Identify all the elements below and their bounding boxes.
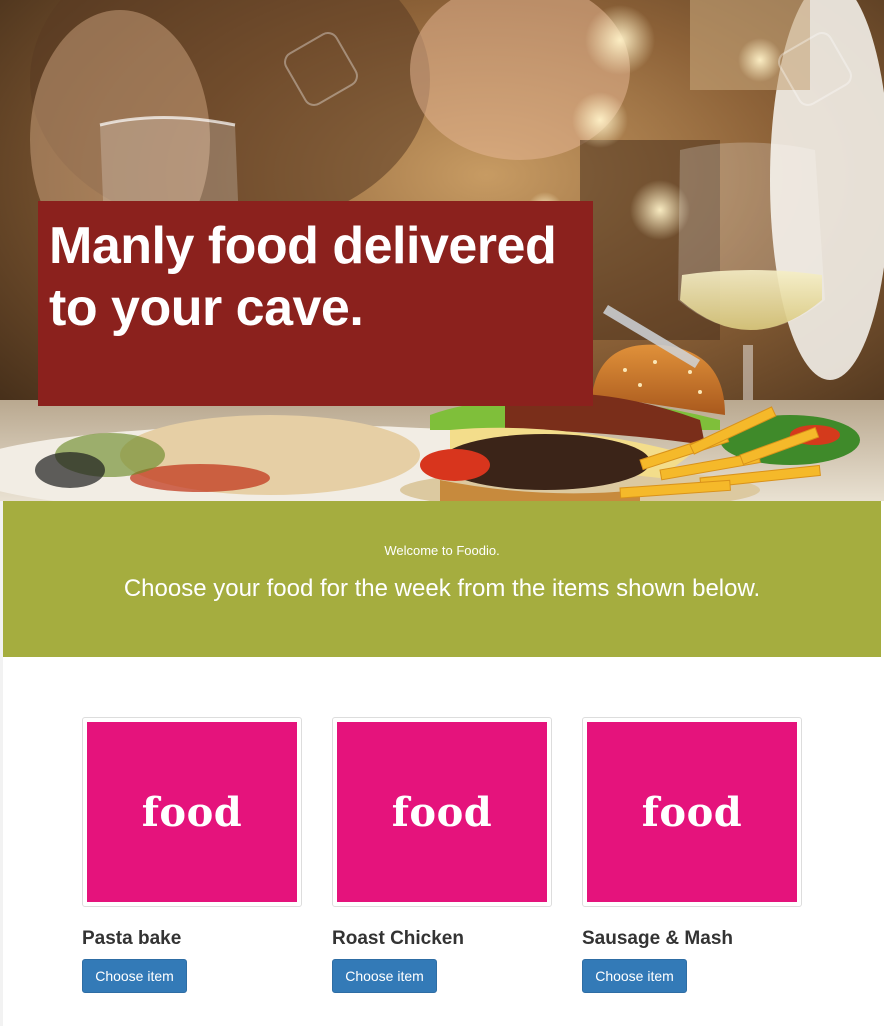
food-image-placeholder: food — [337, 722, 547, 902]
food-image-placeholder: food — [587, 722, 797, 902]
choose-item-button[interactable]: Choose item — [82, 959, 187, 993]
food-card-sausage-mash: food Sausage & Mash Choose item — [582, 717, 802, 993]
food-item-name: Roast Chicken — [332, 928, 464, 949]
welcome-text: Welcome to Foodio. — [384, 543, 500, 558]
food-card-roast-chicken: food Roast Chicken Choose item — [332, 717, 552, 993]
food-thumbnail: food — [82, 717, 302, 907]
page-edge — [0, 501, 3, 1026]
welcome-instructions: Choose your food for the week from the i… — [123, 575, 761, 602]
choose-item-button[interactable]: Choose item — [332, 959, 437, 993]
welcome-section: Welcome to Foodio. Choose your food for … — [3, 501, 881, 657]
hero-banner: Manly food delivered to your cave. — [0, 0, 884, 501]
food-thumbnail: food — [332, 717, 552, 907]
food-item-name: Sausage & Mash — [582, 928, 733, 949]
food-item-name: Pasta bake — [82, 928, 182, 949]
food-card-pasta-bake: food Pasta bake Choose item — [82, 717, 302, 993]
choose-item-button[interactable]: Choose item — [582, 959, 687, 993]
food-image-placeholder: food — [87, 722, 297, 902]
hero-title-box: Manly food delivered to your cave. — [38, 201, 593, 406]
hero-title: Manly food delivered to your cave. — [49, 217, 557, 337]
food-thumbnail: food — [582, 717, 802, 907]
